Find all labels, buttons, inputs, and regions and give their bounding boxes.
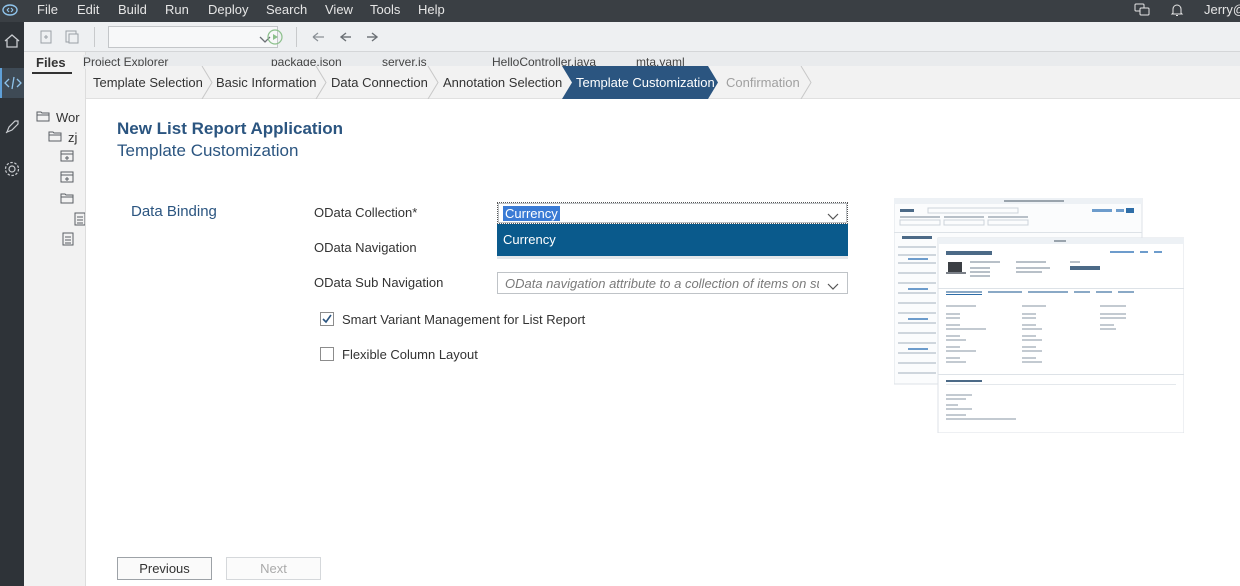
save-all-icon[interactable] [64,29,80,45]
tab-files[interactable]: Files [36,55,66,70]
tab-active-underline [32,72,72,74]
tree-item-file[interactable] [62,232,74,248]
menu-edit[interactable]: Edit [77,2,99,18]
step-confirmation: Confirmation [726,75,800,90]
section-data-binding: Data Binding [131,203,217,220]
folder-plus-icon [60,150,74,165]
chevron-down-icon [827,209,839,224]
menu-tools[interactable]: Tools [370,2,400,18]
tab-mta-yaml[interactable]: mta.yaml [636,55,685,66]
activity-bar [0,22,24,586]
menu-search[interactable]: Search [266,2,307,18]
odata-sub-navigation-select[interactable]: OData navigation attribute to a collecti… [497,272,848,294]
step-basic-information[interactable]: Basic Information [216,66,316,99]
checkmark-icon [322,314,332,324]
previous-button[interactable]: Previous [117,557,212,580]
project-explorer-panel: Files Wor zj [24,52,86,586]
next-button: Next [226,557,321,580]
settings-gear-icon[interactable] [0,154,24,184]
tree-item-folder[interactable] [60,149,74,165]
folder-open-icon [36,110,50,125]
folder-open-icon [48,130,62,145]
collaboration-icon[interactable] [1134,2,1150,18]
template-preview-image [893,197,1185,434]
new-file-icon[interactable] [38,29,54,45]
deploy-rocket-icon[interactable] [0,112,24,142]
odata-collection-label: OData Collection* [314,205,418,220]
step-template-customization[interactable]: Template Customization [576,66,715,99]
tree-item-project[interactable]: zj [48,129,77,145]
wizard-title: New List Report Application [117,119,344,138]
chevron-down-icon [827,279,839,294]
undo-icon[interactable] [310,29,326,45]
tree-item-label: Wor [56,109,80,125]
folder-plus-icon [60,171,74,186]
menu-run[interactable]: Run [165,2,189,18]
code-editor-icon[interactable] [0,68,24,98]
odata-collection-value: Currency [503,206,560,221]
sap-logo-icon [2,3,18,17]
tab-server-js[interactable]: server.js [382,55,427,66]
editor-tab-strip: package.json server.js HelloController.j… [86,52,1240,66]
run-configuration-select[interactable] [108,26,278,48]
flexible-layout-label: Flexible Column Layout [342,346,478,362]
back-icon[interactable] [337,29,353,45]
odata-collection-select[interactable]: Currency [497,202,848,224]
menu-help[interactable]: Help [418,2,445,18]
step-annotation-selection[interactable]: Annotation Selection [443,66,562,99]
smart-variant-option[interactable]: Smart Variant Management for List Report [320,311,585,327]
menu-view[interactable]: View [325,2,353,18]
user-name[interactable]: Jerry@ [1204,2,1240,18]
tree-item-folder[interactable] [60,170,74,186]
step-template-selection[interactable]: Template Selection [93,66,203,99]
wizard-subtitle: Template Customization [117,141,299,160]
tab-package-json[interactable]: package.json [271,55,342,66]
tab-hello-controller[interactable]: HelloController.java [492,55,596,66]
menu-deploy[interactable]: Deploy [208,2,248,18]
tree-item-file[interactable] [74,212,85,229]
dropdown-list-bottom [497,256,848,259]
run-icon[interactable] [267,29,283,45]
menu-file[interactable]: File [37,2,58,18]
step-data-connection[interactable]: Data Connection [331,66,428,99]
toolbar [24,22,1240,52]
smart-variant-label: Smart Variant Management for List Report [342,311,586,327]
file-icon [62,232,74,249]
wizard-dialog: Template Selection Basic Information Dat… [86,66,1240,586]
folder-open-icon [60,192,74,207]
odata-sub-navigation-label: OData Sub Navigation [314,275,444,290]
smart-variant-checkbox[interactable] [320,312,334,326]
tree-item-label: zj [68,129,78,145]
tree-item-workspace[interactable]: Wor [36,109,80,125]
forward-icon[interactable] [365,29,381,45]
notification-bell-icon[interactable] [1169,2,1185,18]
dropdown-option-currency[interactable]: Currency [497,224,848,256]
toolbar-separator [94,27,95,47]
flexible-layout-checkbox[interactable] [320,347,334,361]
odata-sub-navigation-placeholder: OData navigation attribute to a collecti… [505,276,819,291]
tree-item-folder[interactable] [60,191,74,207]
wizard-steps: Template Selection Basic Information Dat… [86,66,1240,99]
toolbar-separator [296,27,297,47]
odata-navigation-label: OData Navigation [314,240,417,255]
menu-bar: File Edit Build Run Deploy Search View T… [0,0,1240,22]
home-icon[interactable] [0,26,24,56]
file-icon [74,212,85,229]
flexible-layout-option[interactable]: Flexible Column Layout [320,346,478,362]
menu-build[interactable]: Build [118,2,147,18]
